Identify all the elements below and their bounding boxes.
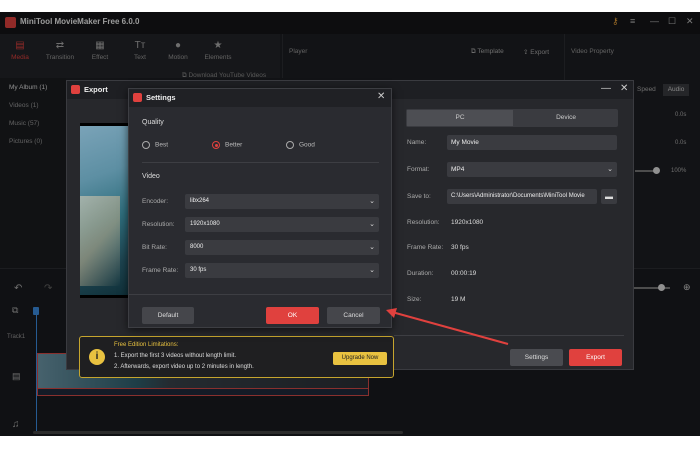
annotation-arrow-line (391, 311, 509, 345)
app-window: MiniTool MovieMaker Free 6.0.0 ⚷ ≡ — ☐ ✕… (0, 12, 700, 436)
annotation-arrow-head (386, 308, 397, 318)
annotation-arrow (386, 308, 509, 345)
